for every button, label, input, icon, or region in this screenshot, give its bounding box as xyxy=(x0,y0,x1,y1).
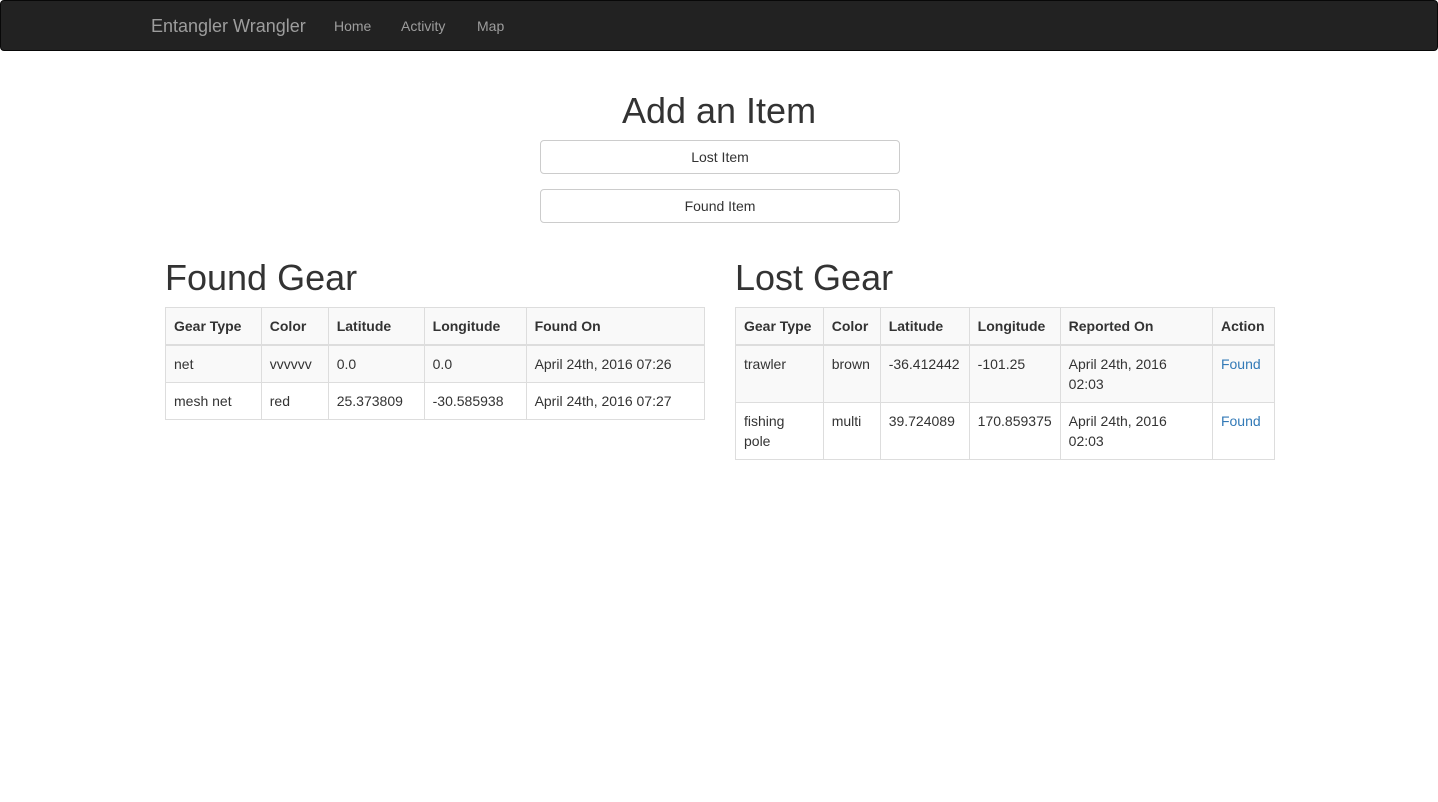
column-header: Latitude xyxy=(879,307,970,346)
cell-reported-on: April 24th, 2016 02:03 xyxy=(1059,402,1213,460)
cell-latitude: 25.373809 xyxy=(327,382,425,420)
cell-found-on: April 24th, 2016 07:26 xyxy=(525,344,706,383)
cell-gear-type: net xyxy=(165,344,262,383)
cell-color: vvvvvv xyxy=(260,344,329,383)
column-header: Gear Type xyxy=(165,307,262,346)
cell-found-on: April 24th, 2016 07:27 xyxy=(525,382,706,420)
cell-gear-type: mesh net xyxy=(165,382,262,420)
found-item-button[interactable]: Found Item xyxy=(540,189,900,223)
column-header: Color xyxy=(822,307,881,346)
column-header: Gear Type xyxy=(735,307,824,346)
table-header-row: Gear Type Color Latitude Longitude Found… xyxy=(165,307,706,346)
brand-link[interactable]: Entangler Wrangler xyxy=(151,15,306,37)
cell-latitude: 0.0 xyxy=(327,344,425,383)
column-header: Latitude xyxy=(327,307,425,346)
found-action-link[interactable]: Found xyxy=(1221,356,1261,372)
column-header: Color xyxy=(260,307,329,346)
page-title: Add an Item xyxy=(621,90,817,131)
table-row: net vvvvvv 0.0 0.0 April 24th, 2016 07:2… xyxy=(165,344,706,383)
lost-gear-title: Lost Gear xyxy=(735,257,894,298)
navbar: Entangler Wrangler Home Activity Map xyxy=(0,0,1438,51)
cell-action: Found xyxy=(1211,402,1276,460)
cell-longitude: 170.859375 xyxy=(968,402,1061,460)
cell-gear-type: fishing pole xyxy=(735,402,824,460)
lost-item-button[interactable]: Lost Item xyxy=(540,140,900,174)
lost-gear-table: Gear Type Color Latitude Longitude Repor… xyxy=(735,307,1276,460)
cell-reported-on: April 24th, 2016 02:03 xyxy=(1059,344,1213,403)
table-row: trawler brown -36.412442 -101.25 April 2… xyxy=(735,344,1276,403)
nav-activity[interactable]: Activity xyxy=(401,17,445,35)
cell-action: Found xyxy=(1211,344,1276,403)
column-header: Longitude xyxy=(968,307,1061,346)
table-row: fishing pole multi 39.724089 170.859375 … xyxy=(735,402,1276,460)
cell-color: red xyxy=(260,382,329,420)
table-header-row: Gear Type Color Latitude Longitude Repor… xyxy=(735,307,1276,346)
cell-gear-type: trawler xyxy=(735,344,824,403)
cell-latitude: -36.412442 xyxy=(879,344,970,403)
cell-latitude: 39.724089 xyxy=(879,402,970,460)
table-row: mesh net red 25.373809 -30.585938 April … xyxy=(165,382,706,420)
column-header: Action xyxy=(1211,307,1276,346)
found-gear-table: Gear Type Color Latitude Longitude Found… xyxy=(165,307,706,420)
cell-color: multi xyxy=(822,402,881,460)
cell-longitude: -30.585938 xyxy=(423,382,527,420)
column-header: Reported On xyxy=(1059,307,1213,346)
found-gear-title: Found Gear xyxy=(165,257,358,298)
cell-color: brown xyxy=(822,344,881,403)
nav-map[interactable]: Map xyxy=(477,17,504,35)
cell-longitude: -101.25 xyxy=(968,344,1061,403)
column-header: Longitude xyxy=(423,307,527,346)
column-header: Found On xyxy=(525,307,706,346)
nav-home[interactable]: Home xyxy=(334,17,371,35)
found-action-link[interactable]: Found xyxy=(1221,413,1261,429)
cell-longitude: 0.0 xyxy=(423,344,527,383)
